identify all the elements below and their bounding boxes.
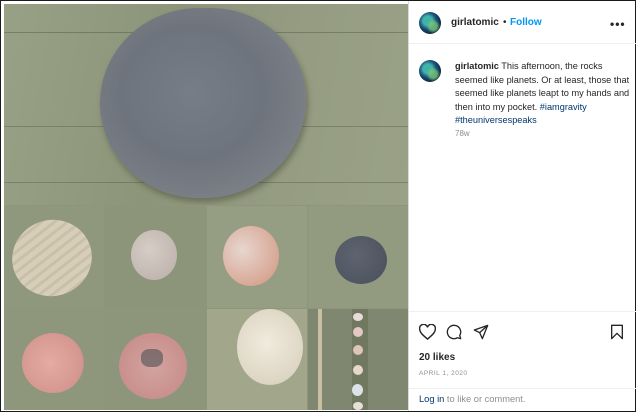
likes-count[interactable]: 20 likes [419, 352, 455, 363]
photo-tile-3 [105, 206, 206, 308]
more-options-icon[interactable]: ••• [610, 17, 626, 31]
photo-tile-5 [308, 206, 408, 308]
caption-avatar[interactable] [419, 60, 441, 82]
comment-bar: Log in to like or comment. [409, 388, 636, 413]
photo-tile-2 [4, 206, 104, 308]
login-suffix: to like or comment. [444, 394, 526, 404]
photo-tile-4 [207, 206, 307, 308]
heart-icon[interactable] [419, 324, 436, 340]
post-time: 78w [455, 129, 470, 138]
bookmark-icon[interactable] [610, 324, 624, 340]
post-date: APRIL 1, 2020 [419, 370, 468, 377]
photo-tile-9 [308, 309, 408, 410]
caption-username[interactable]: girlatomic [455, 61, 499, 71]
comment-icon[interactable] [446, 324, 462, 340]
grey-stone [100, 8, 306, 198]
share-icon[interactable] [473, 324, 489, 340]
photo-tile-6 [4, 309, 104, 410]
photo-tile-7 [105, 309, 206, 410]
login-link[interactable]: Log in [419, 394, 444, 404]
post-caption: girlatomic This afternoon, the rocks see… [455, 60, 631, 128]
header-username[interactable]: girlatomic [451, 17, 499, 28]
photo-tile-large [4, 4, 408, 205]
follow-button[interactable]: Follow [510, 17, 542, 28]
login-prompt: Log in to like or comment. [419, 394, 525, 404]
post-photo[interactable] [4, 4, 408, 410]
post-header: girlatomic • Follow ••• [409, 1, 636, 44]
post-side-panel: girlatomic • Follow ••• girlatomic This … [408, 1, 636, 411]
photo-tile-8 [207, 309, 307, 410]
post-actions: 20 likes APRIL 1, 2020 Log in to like or… [409, 311, 636, 412]
header-separator: • [503, 17, 507, 28]
instagram-post-window: girlatomic • Follow ••• girlatomic This … [0, 0, 636, 412]
avatar[interactable] [419, 12, 441, 34]
